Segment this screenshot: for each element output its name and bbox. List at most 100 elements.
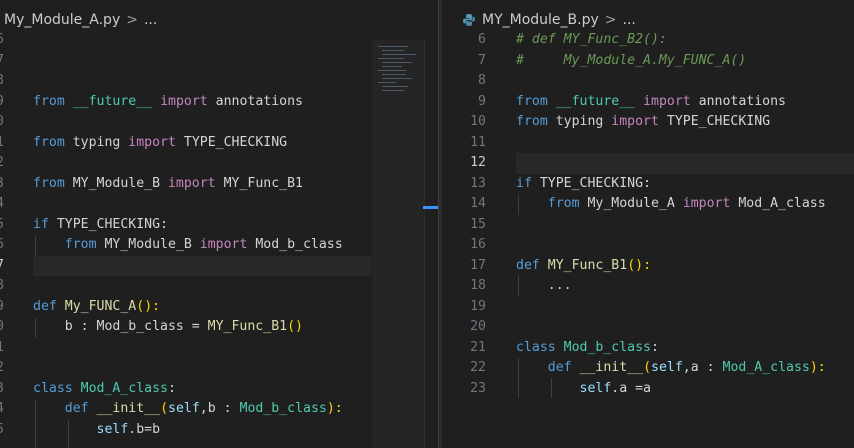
line-number: 7 [478,52,486,68]
code-token: __init__ [96,401,161,416]
left-editor[interactable]: My_Module_A.py > ... 6 7 8 9 from __future__… [0,0,438,448]
code-token: Mod_A_class [722,360,810,375]
code-line[interactable]: 23 self.a =a [442,379,854,400]
minimap-line [382,86,408,87]
code-line[interactable]: 9 from __future__ import annotations [442,92,854,113]
minimap-line [382,74,406,75]
code-line[interactable]: 17 def MY_Func_B1(): [442,256,854,277]
code-line[interactable]: 13 if TYPE_CHECKING: [442,174,854,195]
code-line[interactable]: 6 # def MY_Func_B2(): [442,30,854,51]
code-text: from My_Module_A import Mod_A_class [516,194,826,215]
code-token: import [682,196,731,211]
code-token: MY_Module_B [96,237,200,252]
code-token: from [516,93,548,109]
line-number: 20 [470,319,486,334]
code-token: from [547,196,580,211]
line-number: 17 [470,257,486,273]
breadcrumb-separator: > [604,12,617,28]
code-line[interactable]: 8 [442,71,854,92]
right-editor[interactable]: MY_Module_B.py > ... 6 # def MY_Func_B2()… [442,0,854,448]
breadcrumb-file[interactable]: MY_Module_B.py [482,12,599,28]
code-line[interactable]: 15 [442,215,854,236]
line-number: 16 [0,237,4,252]
code-token: from [33,93,65,109]
line-number: 13 [0,175,4,191]
code-token: self [168,401,200,416]
scroll-position-marker [423,206,438,209]
code-token: : [168,380,176,396]
code-token: TYPE_CHECKING [658,114,771,129]
minimap-line [382,54,416,55]
code-token: .a =a [611,380,651,396]
code-text: from MY_Module_B import MY_Func_B1 [33,174,303,195]
code-token: def [547,360,572,375]
code-token: import [643,93,691,109]
indent-guide [35,400,36,448]
code-line[interactable]: 22 def __init__(self,a : Mod_A_class): [442,358,854,379]
minimap-line [378,82,396,83]
scrollbar[interactable] [424,40,438,448]
line-number: 21 [0,339,4,355]
line-number: 8 [0,73,4,88]
code-text: def __init__(self,b : Mod_b_class): [33,399,343,420]
code-token: import [128,134,176,150]
code-text: from __future__ import annotations [33,92,303,113]
code-token: def [33,298,57,314]
code-text: self.b=b [33,420,161,441]
code-token: ( [643,360,652,375]
code-token: TYPE_CHECKING: [531,175,651,191]
indent-guide [518,276,519,296]
line-number: 6 [0,32,4,47]
code-token: def [516,257,540,273]
code-token: annotations [690,93,786,109]
code-text: b : Mod_b_class = MY_Func_B1() [33,317,303,338]
code-line[interactable]: 21 class Mod_b_class: [442,338,854,359]
indent-guide [35,236,36,256]
code-token: class [33,380,73,396]
code-token: MY_Func_B1 [215,175,303,191]
line-number: 23 [470,380,486,396]
line-number: 7 [0,52,4,68]
code-text: def My_FUNC_A(): [33,297,160,318]
code-token: __init__ [579,360,644,375]
code-line[interactable]: 7 # My_Module_A.My_FUNC_A() [442,51,854,72]
code-token: ,a : [682,360,723,375]
code-text: class Mod_A_class: [33,379,176,400]
code-text: from __future__ import annotations [516,92,786,113]
code-line[interactable]: 19 [442,297,854,318]
code-token: annotations [207,93,303,109]
line-number: 21 [470,339,486,355]
code-text: def __init__(self,a : Mod_A_class): [516,358,826,379]
line-number: 13 [470,175,486,191]
line-number: 20 [0,319,4,334]
code-line[interactable]: 12 [442,153,854,174]
code-token: .b=b [128,421,161,437]
code-line[interactable]: 10 from typing import TYPE_CHECKING [442,112,854,133]
minimap-line [382,90,404,91]
minimap[interactable] [372,40,424,448]
breadcrumb-separator: > [126,12,138,28]
code-line[interactable]: 20 [442,317,854,338]
code-token: MY_Func_B1 [547,257,628,273]
code-token: from [33,134,65,150]
code-token: ... [516,278,572,293]
code-line[interactable]: 18 ... [442,276,854,297]
code-token: MY_Func_B1 [207,319,288,334]
code-line[interactable]: 11 [442,133,854,154]
breadcrumb-more[interactable]: ... [623,12,636,28]
line-number: 12 [0,155,4,170]
code-line[interactable]: 14 from My_Module_A import Mod_A_class [442,194,854,215]
breadcrumb-file[interactable]: My_Module_A.py [4,12,120,28]
code-token: My_FUNC_A [64,298,137,314]
code-line[interactable]: 16 [442,235,854,256]
breadcrumb-more[interactable]: ... [144,12,157,28]
